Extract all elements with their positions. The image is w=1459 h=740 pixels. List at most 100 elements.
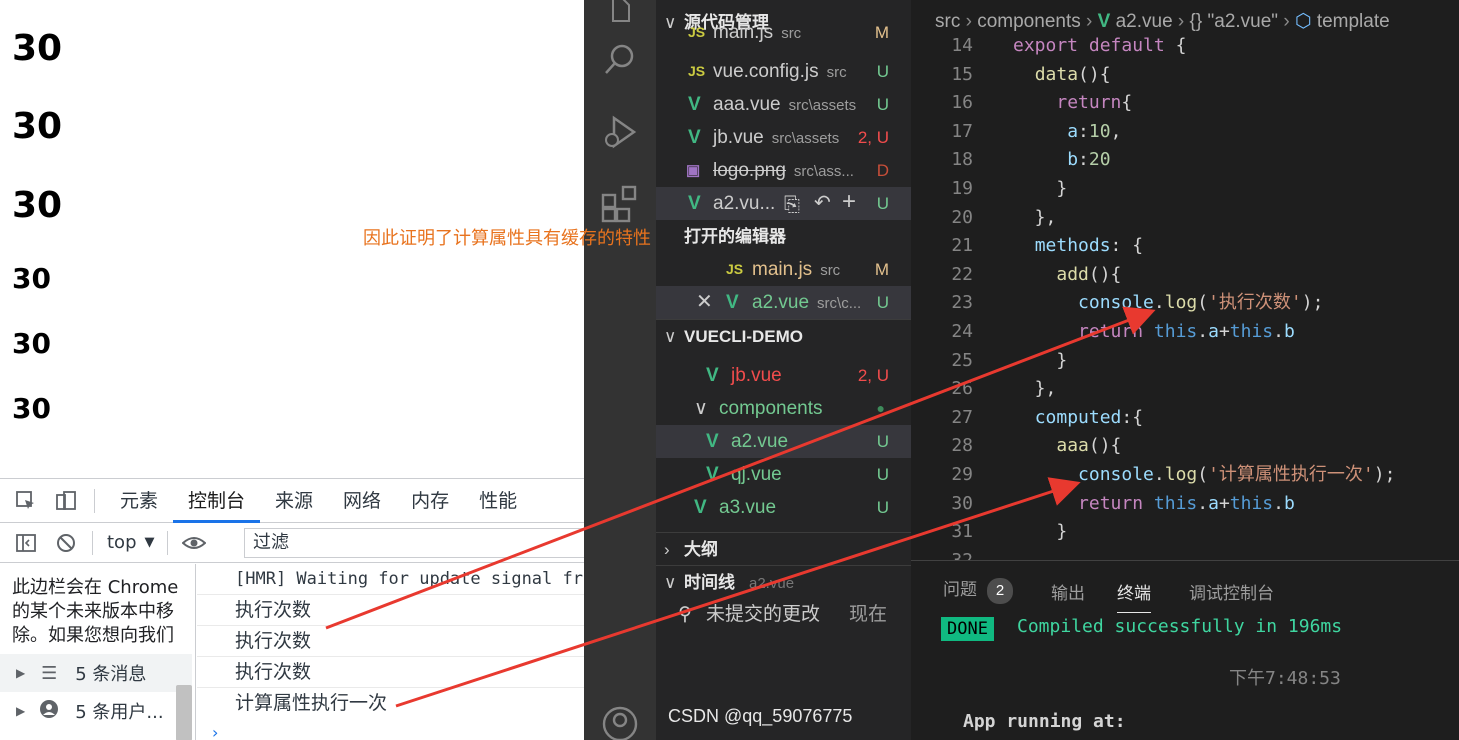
breadcrumb-item[interactable]: src [935,11,960,32]
expand-arrow-icon: ▶ [16,704,26,718]
console-output: [HMR] Waiting for update signal fr 执行次数 … [197,564,584,740]
tab-debug-console[interactable]: 调试控制台 [1189,579,1274,604]
line-number: 29 [951,464,973,485]
code-editor[interactable]: src › components › V a2.vue › {} "a2.vue… [911,0,1459,571]
inspect-icon[interactable] [12,487,40,515]
devtools-panel: 元素 控制台 来源 网络 内存 性能 top ▼ 过滤 此边栏会在 Chrome… [0,478,584,740]
line-number: 16 [951,92,973,114]
project-file-item-selected[interactable]: V a2.vue U [656,425,911,458]
device-toggle-icon[interactable] [52,487,80,515]
code-line[interactable]: 22 add(){ [911,261,1459,290]
close-icon[interactable]: ✕ [696,286,713,319]
app-running-text: App running at: [963,711,1126,732]
context-selector[interactable]: top ▼ [107,532,155,553]
annotation-note: 因此证明了计算属性具有缓存的特性 [363,228,651,249]
list-icon: ☰ [41,662,58,684]
scm-file-item[interactable]: ▣ logo.png src\ass... D [656,154,911,187]
breadcrumb-item[interactable]: {} "a2.vue" [1190,11,1279,32]
project-file-item[interactable]: V qj.vue U [656,458,911,491]
search-icon[interactable] [584,30,656,90]
open-file-icon[interactable]: ⎘ [784,189,800,222]
code-line[interactable]: 26 }, [911,375,1459,404]
timeline-section-header[interactable]: ∨ 时间线 a2.vue [656,565,911,598]
scm-file-item-selected[interactable]: V a2.vu... ⎘ ↶ + U [656,187,911,220]
code-line[interactable]: 25 } [911,347,1459,376]
code-text: data(){ [1034,63,1111,85]
code-text: console.log('执行次数'); [1078,292,1324,314]
console-prompt-icon[interactable]: › [212,723,218,740]
clear-console-icon[interactable] [52,529,80,557]
code-line[interactable]: 19 } [911,175,1459,204]
image-file-icon: ▣ [686,162,701,179]
code-text: export default { [1013,35,1187,56]
js-file-icon: JS [688,63,706,79]
user-icon [37,699,61,724]
project-folder-item[interactable]: ∨ components ● [656,392,911,425]
console-sidebar: 此边栏会在 Chrome 的某个未来版本中移除。如果您想向我们 ▶ ☰ 5 条消… [0,564,196,740]
code-line[interactable]: 30 return this.a+this.b [911,490,1459,519]
code-line[interactable]: 27 computed:{ [911,404,1459,433]
code-text: } [1013,178,1068,199]
code-line[interactable]: 17 a:10, [911,118,1459,147]
line-number: 14 [951,35,973,56]
tab-network[interactable]: 网络 [328,479,396,523]
code-line[interactable]: 31 } [911,518,1459,547]
value-text: 30 [12,392,51,425]
open-editors-header[interactable]: 打开的编辑器 [656,220,911,253]
code-text: methods: { [1034,235,1144,257]
timeline-entry[interactable]: ⚲ 未提交的更改 现在 [656,598,911,631]
code-line[interactable]: 15 data(){ [911,61,1459,90]
code-line[interactable]: 20 }, [911,204,1459,233]
tab-problems[interactable]: 问题 2 [943,575,1013,604]
code-text: a:10, [1067,120,1122,142]
sidebar-item-messages[interactable]: ▶ ☰ 5 条消息 [0,654,192,692]
filter-input[interactable]: 过滤 [244,528,584,558]
tab-elements[interactable]: 元素 [105,479,173,523]
vue-file-icon: V [688,94,701,115]
open-editor-item[interactable]: JS main.js src M [656,253,911,286]
open-editor-item-active[interactable]: ✕ V a2.vue src\c... U [656,286,911,319]
tab-sources[interactable]: 来源 [260,479,328,523]
code-line[interactable]: 18 b:20 [911,146,1459,175]
code-text: computed:{ [1034,406,1144,428]
run-debug-icon[interactable] [584,102,656,162]
stage-plus-icon[interactable]: + [842,185,856,218]
vue-file-icon: V [706,464,719,485]
sidebar-toggle-icon[interactable] [12,529,40,557]
scm-file-item[interactable]: V aaa.vue src\assets U [656,88,911,121]
project-section-header[interactable]: ∨ VUECLI-DEMO [656,319,911,352]
code-line[interactable]: 14 export default { [911,32,1459,61]
scm-file-item[interactable]: V jb.vue src\assets 2, U [656,121,911,154]
tab-terminal[interactable]: 终端 [1117,579,1151,613]
discard-changes-icon[interactable]: ↶ [814,187,831,220]
modified-dot-icon: ● [876,400,885,416]
line-number: 23 [951,292,973,314]
code-line[interactable]: 24 return this.a+this.b [911,318,1459,347]
code-line[interactable]: 21 methods: { [911,232,1459,261]
code-line[interactable]: 29 console.log('计算属性执行一次'); [911,461,1459,490]
project-file-item[interactable]: V a3.vue U [656,491,911,524]
code-line[interactable]: 23 console.log('执行次数'); [911,289,1459,318]
sidebar-item-user-messages[interactable]: ▶ 5 条用户... [0,692,192,730]
symbol-icon: ⬡ [1294,11,1312,32]
outline-section-header[interactable]: › 大纲 [656,532,911,565]
project-file-item[interactable]: V jb.vue 2, U [656,359,911,392]
sidebar-scrollbar[interactable] [176,685,192,740]
eye-icon[interactable] [180,529,208,557]
breadcrumb-item[interactable]: components [977,11,1081,32]
code-text: } [1013,349,1068,371]
breadcrumb-item[interactable]: a2.vue [1116,11,1173,32]
code-line[interactable]: 16 return{ [911,89,1459,118]
tab-performance[interactable]: 性能 [464,479,532,523]
scm-file-item[interactable]: JS main.js src M [656,22,911,48]
tab-memory[interactable]: 内存 [396,479,464,523]
code-line[interactable]: 28 aaa(){ [911,432,1459,461]
tab-output[interactable]: 输出 [1051,579,1085,604]
breadcrumb-item[interactable]: template [1317,11,1390,32]
done-badge: DONE [941,617,994,641]
account-icon[interactable] [584,694,656,740]
chevron-down-icon: ∨ [694,398,708,419]
console-line: 计算属性执行一次 [235,692,388,714]
tab-console[interactable]: 控制台 [173,479,261,523]
scm-file-item[interactable]: JS vue.config.js src U [656,55,911,88]
